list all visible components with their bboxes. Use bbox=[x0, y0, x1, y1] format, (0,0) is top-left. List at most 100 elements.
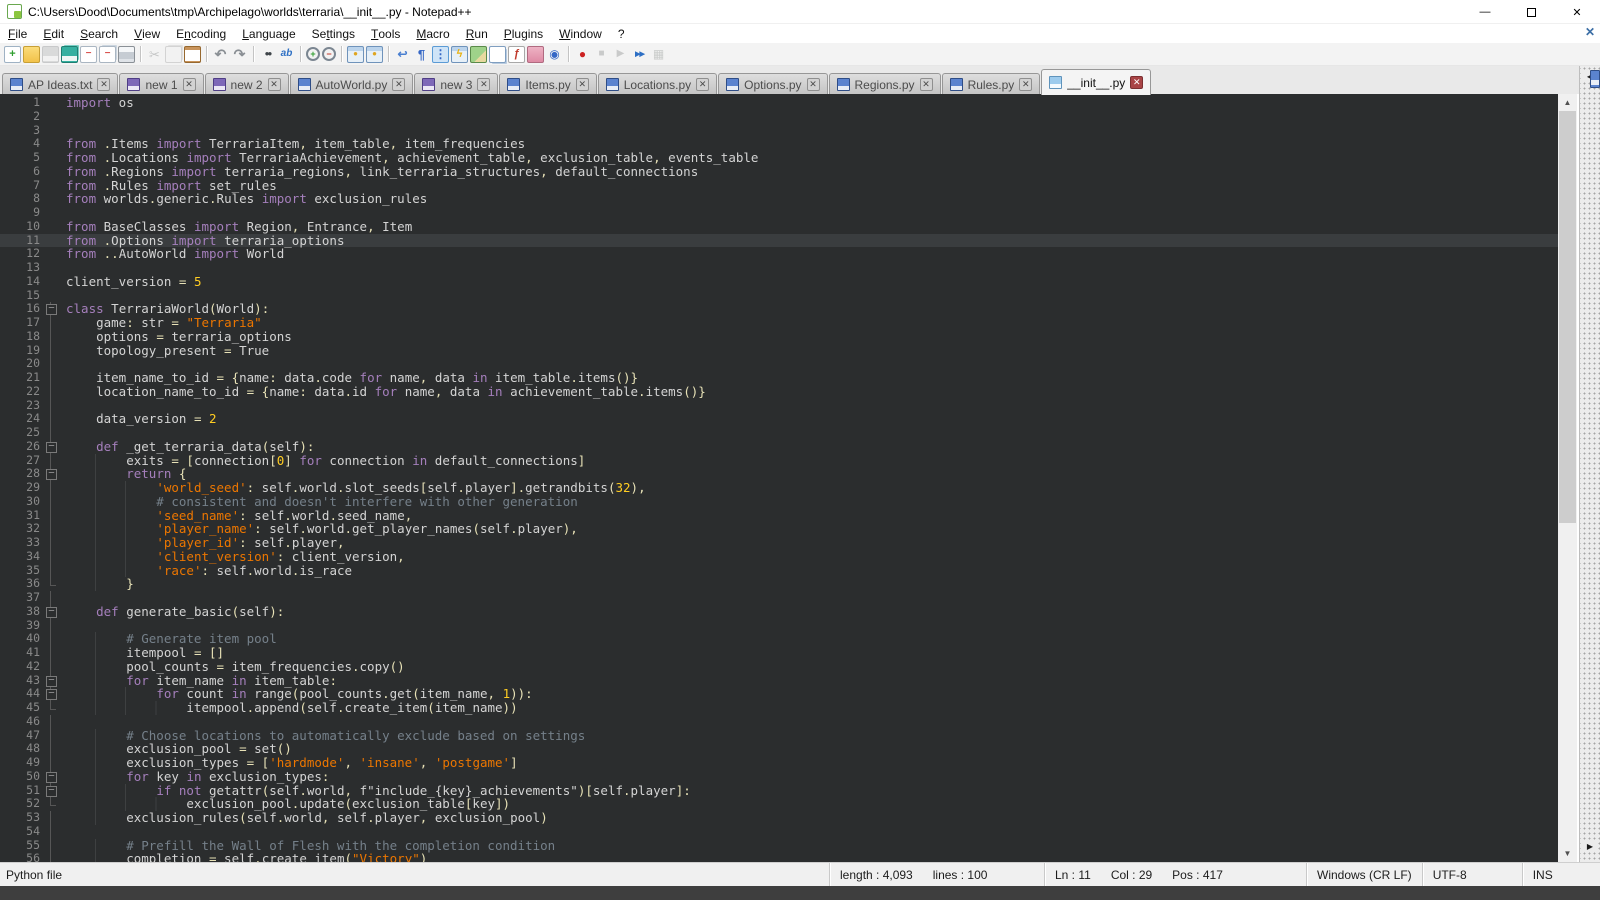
code-line[interactable]: 35 'race': self.world.is_race bbox=[0, 564, 1558, 578]
menu-encoding[interactable]: Encoding bbox=[168, 24, 234, 43]
fold-collapse-icon[interactable] bbox=[40, 302, 62, 316]
minimize-button[interactable]: — bbox=[1462, 0, 1508, 24]
fold-collapse-icon[interactable] bbox=[40, 784, 62, 798]
code-line[interactable]: 12from ..AutoWorld import World bbox=[0, 247, 1558, 261]
close-all-icon[interactable]: − bbox=[99, 46, 116, 63]
save-icon[interactable] bbox=[42, 46, 59, 63]
code-line[interactable]: 30 # consistent and doesn't interfere wi… bbox=[0, 495, 1558, 509]
menu-settings[interactable]: Settings bbox=[304, 24, 363, 43]
code-line[interactable]: 11from .Options import terraria_options bbox=[0, 234, 1558, 248]
menu-plugins[interactable]: Plugins bbox=[496, 24, 551, 43]
tab-close-icon[interactable]: ✕ bbox=[1019, 78, 1032, 91]
tab-close-icon[interactable]: ✕ bbox=[920, 78, 933, 91]
menu-run[interactable]: Run bbox=[458, 24, 496, 43]
menu-help[interactable]: ? bbox=[610, 24, 633, 43]
tab-close-icon[interactable]: ✕ bbox=[183, 78, 196, 91]
code-line[interactable]: 40 # Generate item pool bbox=[0, 632, 1558, 646]
menu-window[interactable]: Window bbox=[551, 24, 610, 43]
tab-ap-ideas-txt[interactable]: AP Ideas.txt✕ bbox=[2, 73, 118, 95]
code-line[interactable]: 10from BaseClasses import Region, Entran… bbox=[0, 220, 1558, 234]
panel-splitter[interactable]: ◀ ▶ bbox=[1579, 66, 1600, 862]
code-line[interactable]: 3 bbox=[0, 124, 1558, 138]
status-encoding[interactable]: UTF-8 bbox=[1423, 863, 1523, 887]
code-line[interactable]: 18 options = terraria_options bbox=[0, 330, 1558, 344]
code-line[interactable]: 2 bbox=[0, 110, 1558, 124]
word-wrap-icon[interactable]: ↩ bbox=[394, 46, 411, 63]
code-line[interactable]: 25 bbox=[0, 426, 1558, 440]
code-line[interactable]: 4from .Items import TerrariaItem, item_t… bbox=[0, 137, 1558, 151]
code-line[interactable]: 1import os bbox=[0, 96, 1558, 110]
code-line[interactable]: 19 topology_present = True bbox=[0, 344, 1558, 358]
fold-collapse-icon[interactable] bbox=[40, 605, 62, 619]
tab-close-icon[interactable]: ✕ bbox=[97, 78, 110, 91]
code-line[interactable]: 47 # Choose locations to automatically e… bbox=[0, 729, 1558, 743]
code-line[interactable]: 8from worlds.generic.Rules import exclus… bbox=[0, 192, 1558, 206]
code-line[interactable]: 44 for count in range(pool_counts.get(it… bbox=[0, 687, 1558, 701]
menu-edit[interactable]: Edit bbox=[35, 24, 72, 43]
code-line[interactable]: 39 bbox=[0, 619, 1558, 633]
code-line[interactable]: 38 def generate_basic(self): bbox=[0, 605, 1558, 619]
code-line[interactable]: 20 bbox=[0, 357, 1558, 371]
tab-init-py[interactable]: __init__.py✕ bbox=[1041, 69, 1151, 95]
editor[interactable]: 1import os234from .Items import Terraria… bbox=[0, 94, 1558, 862]
tab-options-py[interactable]: Options.py✕ bbox=[718, 73, 827, 95]
redo-icon[interactable]: ↷ bbox=[231, 46, 248, 63]
tab-close-icon[interactable]: ✕ bbox=[696, 78, 709, 91]
code-line[interactable]: 54 bbox=[0, 825, 1558, 839]
menu-tools[interactable]: Tools bbox=[363, 24, 408, 43]
code-line[interactable]: 34 'client_version': client_version, bbox=[0, 550, 1558, 564]
code-line[interactable]: 49 exclusion_types = ['hardmode', 'insan… bbox=[0, 756, 1558, 770]
document-list-icon[interactable] bbox=[489, 46, 506, 63]
code-line[interactable]: 33 'player_id': self.player, bbox=[0, 536, 1558, 550]
tab-regions-py[interactable]: Regions.py✕ bbox=[829, 73, 941, 95]
sync-horizontal-scroll-icon[interactable]: ● bbox=[366, 46, 383, 63]
tab-close-icon[interactable]: ✕ bbox=[477, 78, 490, 91]
tab-items-py[interactable]: Items.py✕ bbox=[499, 73, 596, 95]
code-line[interactable]: 50 for key in exclusion_types: bbox=[0, 770, 1558, 784]
function-list-icon[interactable]: ƒ bbox=[508, 46, 525, 63]
code-line[interactable]: 22 location_name_to_id = {name: data.id … bbox=[0, 385, 1558, 399]
tab-new-3[interactable]: new 3✕ bbox=[414, 73, 498, 95]
tab-close-icon[interactable]: ✕ bbox=[576, 78, 589, 91]
maximize-button[interactable] bbox=[1508, 0, 1554, 24]
code-line[interactable]: 56 completion = self.create_item("Victor… bbox=[0, 852, 1558, 862]
code-line[interactable]: 36 } bbox=[0, 577, 1558, 591]
document-close-icon[interactable]: ✕ bbox=[1585, 25, 1595, 39]
menu-file[interactable]: File bbox=[0, 24, 35, 43]
tab-close-icon[interactable]: ✕ bbox=[807, 78, 820, 91]
code-line[interactable]: 23 bbox=[0, 399, 1558, 413]
undo-icon[interactable]: ↶ bbox=[212, 46, 229, 63]
splitter-collapse-right-icon[interactable]: ▶ bbox=[1583, 840, 1597, 852]
status-insert-mode[interactable]: INS bbox=[1523, 863, 1600, 887]
fold-collapse-icon[interactable] bbox=[40, 770, 62, 784]
vertical-scrollbar[interactable]: ▲ ▼ bbox=[1558, 94, 1577, 862]
indent-guide-icon[interactable]: ⋮ bbox=[432, 46, 449, 63]
code-line[interactable]: 32 'player_name': self.world.get_player_… bbox=[0, 522, 1558, 536]
copy-icon[interactable] bbox=[165, 46, 182, 63]
code-line[interactable]: 15 bbox=[0, 289, 1558, 303]
tab-close-icon[interactable]: ✕ bbox=[392, 78, 405, 91]
macro-record-icon[interactable]: ● bbox=[574, 46, 591, 63]
tab-rules-py[interactable]: Rules.py✕ bbox=[942, 73, 1041, 95]
fold-collapse-icon[interactable] bbox=[40, 440, 62, 454]
folder-as-workspace-icon[interactable] bbox=[527, 46, 544, 63]
macro-stop-icon[interactable]: ■ bbox=[593, 46, 610, 63]
replace-icon[interactable]: ab bbox=[278, 46, 295, 63]
code-line[interactable]: 51 if not getattr(self.world, f"include_… bbox=[0, 784, 1558, 798]
code-line[interactable]: 46 bbox=[0, 715, 1558, 729]
tab-locations-py[interactable]: Locations.py✕ bbox=[598, 73, 717, 95]
menu-language[interactable]: Language bbox=[234, 24, 303, 43]
menu-view[interactable]: View bbox=[126, 24, 168, 43]
code-line[interactable]: 52 exclusion_pool.update(exclusion_table… bbox=[0, 797, 1558, 811]
scrollbar-thumb[interactable] bbox=[1559, 111, 1576, 523]
code-line[interactable]: 16class TerrariaWorld(World): bbox=[0, 302, 1558, 316]
code-line[interactable]: 42 pool_counts = item_frequencies.copy() bbox=[0, 660, 1558, 674]
code-line[interactable]: 17 game: str = "Terraria" bbox=[0, 316, 1558, 330]
code-line[interactable]: 37 bbox=[0, 591, 1558, 605]
tab-autoworld-py[interactable]: AutoWorld.py✕ bbox=[290, 73, 414, 95]
code-line[interactable]: 27 exits = [connection[0] for connection… bbox=[0, 454, 1558, 468]
tab-close-icon[interactable]: ✕ bbox=[1130, 76, 1143, 89]
code-line[interactable]: 24 data_version = 2 bbox=[0, 412, 1558, 426]
code-line[interactable]: 45 itempool.append(self.create_item(item… bbox=[0, 701, 1558, 715]
code-line[interactable]: 5from .Locations import TerrariaAchievem… bbox=[0, 151, 1558, 165]
